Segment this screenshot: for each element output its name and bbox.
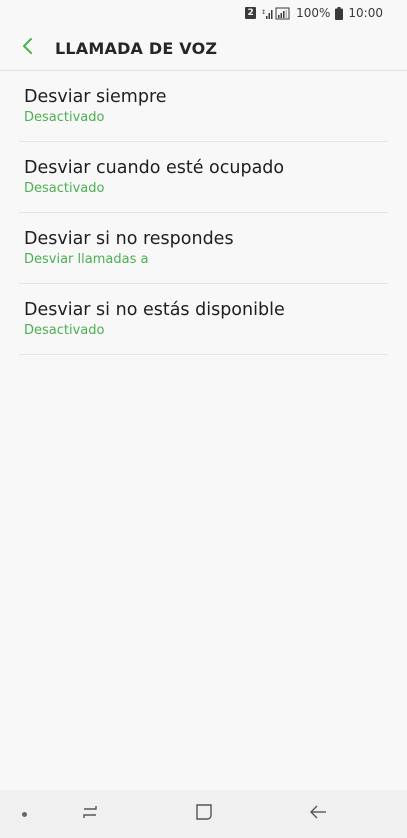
app-bar: LLAMADA DE VOZ bbox=[0, 26, 407, 71]
list-item-forward-when-busy[interactable]: Desviar cuando esté ocupado Desactivado bbox=[19, 142, 388, 213]
list-item-always-forward[interactable]: Desviar siempre Desactivado bbox=[19, 71, 388, 142]
clock: 10:00 bbox=[348, 6, 383, 20]
back-arrow-icon bbox=[308, 803, 328, 825]
sim-slot-badge: 2 bbox=[245, 7, 257, 19]
list-item-forward-no-answer[interactable]: Desviar si no respondes Desviar llamadas… bbox=[19, 213, 388, 284]
battery-icon bbox=[335, 6, 344, 20]
screen: 2 ↕ 100% 10:00 LLAMADA DE VOZ Desviar si… bbox=[0, 0, 407, 838]
list-item-title: Desviar si no respondes bbox=[24, 228, 234, 249]
list-item-forward-unreachable[interactable]: Desviar si no estás disponible Desactiva… bbox=[19, 284, 388, 355]
signal-icon: ↕ bbox=[261, 7, 291, 20]
forwarding-options-list: Desviar siempre Desactivado Desviar cuan… bbox=[0, 71, 407, 355]
status-bar: 2 ↕ 100% 10:00 bbox=[0, 0, 407, 26]
list-item-status: Desviar llamadas a bbox=[24, 251, 149, 267]
page-title: LLAMADA DE VOZ bbox=[55, 38, 218, 58]
chevron-left-icon bbox=[21, 37, 35, 59]
list-item-title: Desviar si no estás disponible bbox=[24, 299, 285, 320]
recent-apps-button[interactable] bbox=[78, 802, 102, 826]
list-item-title: Desviar siempre bbox=[24, 86, 167, 107]
list-item-status: Desactivado bbox=[24, 180, 105, 196]
list-item-title: Desviar cuando esté ocupado bbox=[24, 157, 285, 178]
home-button[interactable] bbox=[192, 802, 216, 826]
back-button[interactable] bbox=[10, 30, 46, 66]
svg-text:↕: ↕ bbox=[261, 9, 266, 16]
back-nav-button[interactable] bbox=[306, 802, 330, 826]
list-item-status: Desactivado bbox=[24, 109, 105, 125]
battery-percent: 100% bbox=[296, 6, 331, 20]
recent-apps-icon bbox=[80, 803, 100, 825]
list-item-status: Desactivado bbox=[24, 322, 105, 338]
navigation-bar bbox=[0, 790, 407, 838]
home-icon bbox=[195, 803, 213, 825]
dot-icon bbox=[22, 812, 27, 817]
